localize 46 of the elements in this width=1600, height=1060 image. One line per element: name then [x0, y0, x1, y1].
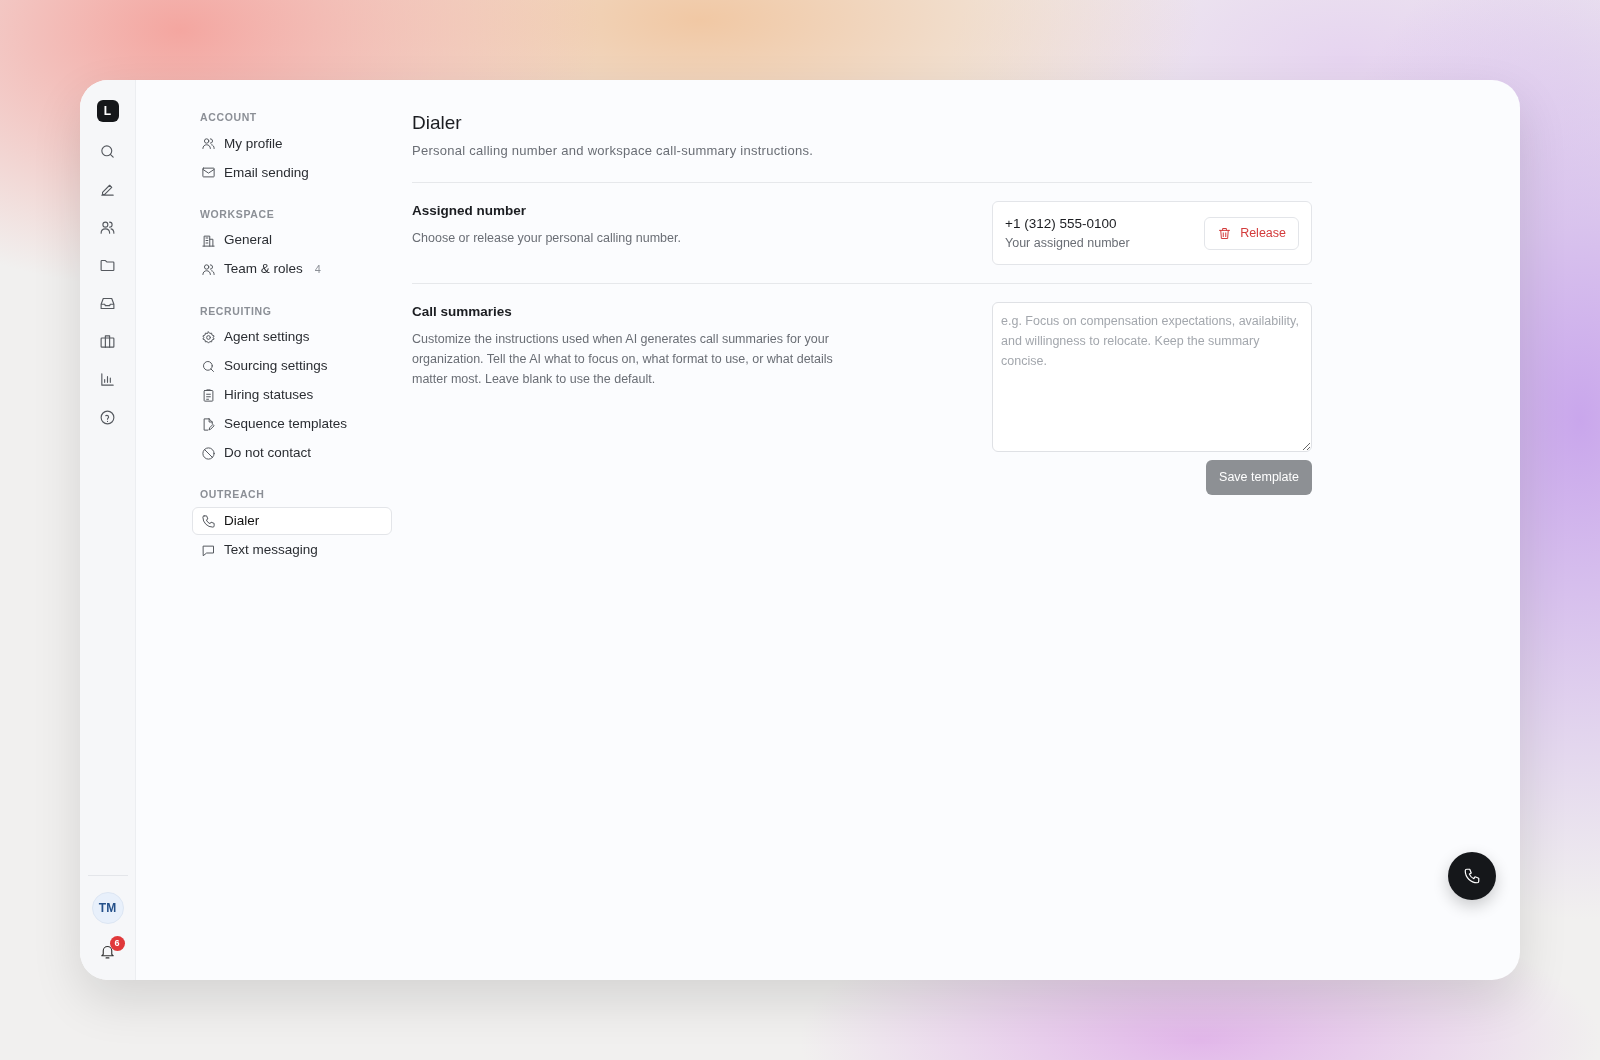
search-icon — [201, 358, 216, 374]
phone-icon — [1463, 867, 1481, 885]
user-avatar[interactable]: TM — [91, 892, 124, 924]
chat-bubble-icon — [201, 542, 216, 558]
sidebar-item[interactable]: Sequence templates — [192, 410, 392, 439]
sidebar-item[interactable]: Email sending — [192, 158, 392, 187]
instructions-field[interactable]: e.g. Focus on compensation expectations, availability, and willingness to relocate. Keep the summary concise. — [992, 302, 1312, 453]
trash-icon — [1217, 225, 1233, 241]
sidebar-item[interactable]: My profile — [192, 129, 392, 158]
section-title: Call summaries — [412, 303, 513, 322]
section-heading: ACCOUNT — [200, 110, 258, 125]
building-icon — [201, 233, 216, 248]
section-description: Choose or release your personal calling number. — [412, 229, 682, 247]
sidebar-item[interactable]: Text messaging — [192, 536, 392, 564]
sidebar-item[interactable]: Agent settings — [192, 323, 392, 352]
clipboard-icon — [201, 387, 216, 403]
sidebar-item[interactable]: Sourcing settings — [192, 352, 392, 381]
sidebar-item[interactable]: General — [192, 226, 392, 255]
page-title: Dialer — [412, 112, 463, 135]
sidebar-item[interactable]: Do not contact — [192, 439, 392, 468]
sidebar-item[interactable]: Dialer — [192, 507, 392, 535]
section-description: Customize the instructions used when AI generates call summaries for your organization. Tell the AI what to focus on, what format to use, or what details matter most. Leave blank to use the default. — [412, 330, 834, 388]
notification-count: 6 — [109, 936, 125, 951]
envelope-icon — [201, 165, 216, 181]
document-pencil-icon — [201, 416, 216, 432]
phone-icon — [201, 513, 216, 529]
sidebar-item[interactable]: Hiring statuses — [192, 381, 392, 410]
app-logo[interactable]: L — [96, 100, 119, 122]
bar-chart-icon[interactable] — [99, 370, 116, 388]
page-subtitle: Personal calling number and workspace call-summary instructions. — [412, 141, 815, 160]
help-icon[interactable] — [99, 408, 116, 426]
blocked-icon — [201, 445, 216, 461]
section-heading: RECRUITING — [200, 303, 273, 319]
section-title: Assigned number — [412, 202, 528, 221]
release-button[interactable]: Release — [1204, 216, 1299, 250]
section-heading: WORKSPACE — [200, 206, 276, 222]
phone-number: +1 (312) 555-0100 — [1005, 214, 1118, 233]
people-icon — [201, 262, 216, 277]
call-button[interactable] — [1448, 852, 1496, 900]
people-icon — [201, 136, 216, 152]
briefcase-icon[interactable] — [99, 332, 116, 350]
search-icon[interactable] — [99, 142, 116, 160]
sidebar-item[interactable]: Team & roles 4 — [192, 255, 392, 284]
gear-icon — [201, 329, 216, 345]
number-caption: Your assigned number — [1005, 235, 1130, 253]
section-heading: OUTREACH — [200, 487, 266, 503]
